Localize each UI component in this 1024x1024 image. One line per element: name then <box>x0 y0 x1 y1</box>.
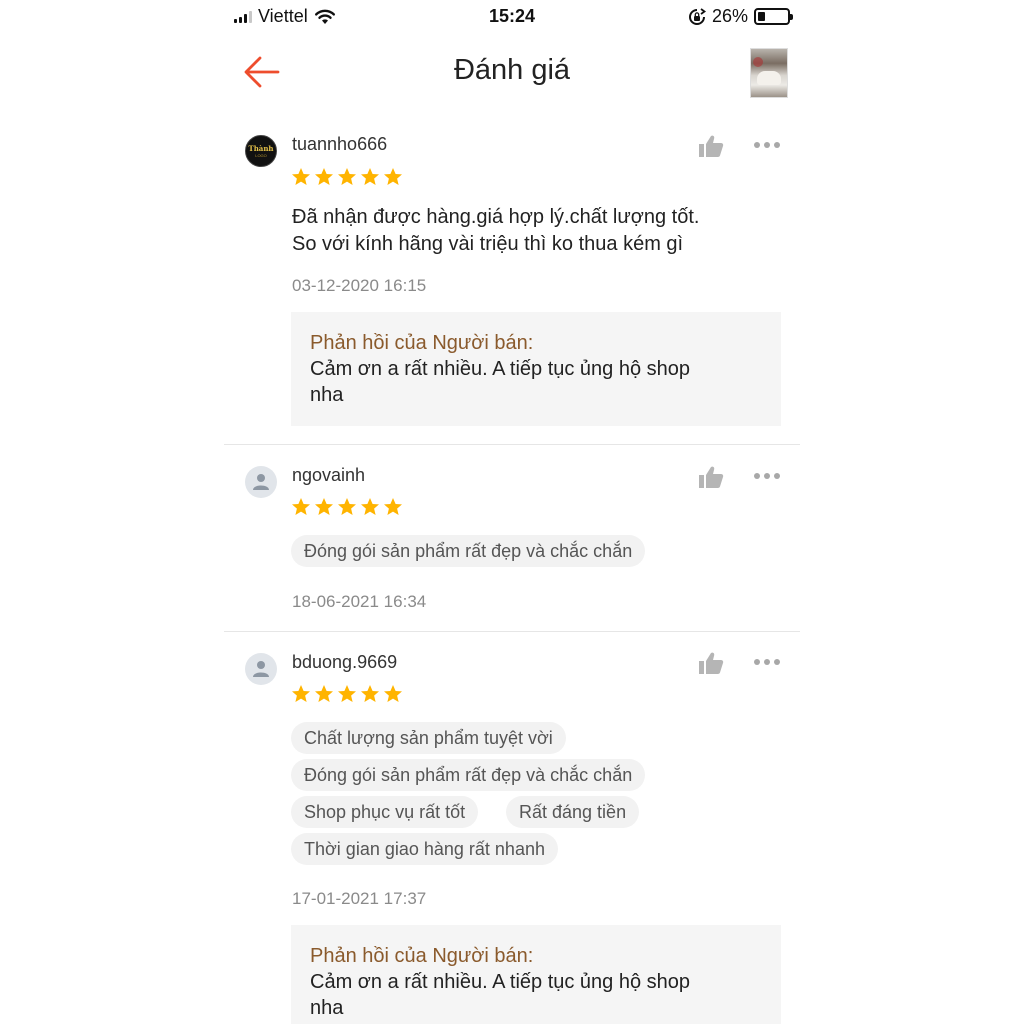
review-username[interactable]: tuannho666 <box>292 134 387 155</box>
more-options-icon[interactable] <box>754 140 784 150</box>
product-thumbnail[interactable] <box>750 48 788 98</box>
star-icon <box>361 685 379 702</box>
star-icon <box>292 685 310 702</box>
reviews-screen: Viettel 15:24 26% Đánh giá Thành LOGO tu… <box>224 0 800 1024</box>
reply-line: nha <box>310 997 344 1019</box>
seller-reply: Phản hồi của Người bán: Cảm ơn a rất nhi… <box>291 312 781 426</box>
star-icon <box>361 168 379 185</box>
star-icon <box>315 498 333 515</box>
star-icon <box>384 168 402 185</box>
review-tags: Đóng gói sản phẩm rất đẹp và chắc chắn <box>291 535 791 575</box>
review-username[interactable]: bduong.9669 <box>292 652 397 673</box>
rating-stars <box>291 684 403 704</box>
user-icon <box>253 661 269 677</box>
seller-reply: Phản hồi của Người bán: Cảm ơn a rất nhi… <box>291 925 781 1024</box>
battery-icon <box>754 8 793 25</box>
star-icon <box>315 168 333 185</box>
star-icon <box>292 168 310 185</box>
nav-bar: Đánh giá <box>224 32 800 116</box>
battery-percent: 26% <box>711 6 748 26</box>
review-date: 17-01-2021 17:37 <box>292 889 427 908</box>
star-icon <box>292 498 310 515</box>
reply-line: Cảm ơn a rất nhiều. A tiếp tục ủng hộ sh… <box>310 358 691 380</box>
status-bar: Viettel 15:24 26% <box>224 0 800 32</box>
rating-stars <box>291 497 403 517</box>
review-tag: Thời gian giao hàng rất nhanh <box>291 833 558 865</box>
divider <box>224 631 800 632</box>
more-options-icon[interactable] <box>754 471 784 481</box>
rating-stars <box>291 167 403 187</box>
avatar[interactable] <box>245 466 277 498</box>
star-icon <box>338 685 356 702</box>
review-date: 18-06-2021 16:34 <box>292 592 427 611</box>
thumbs-up-icon[interactable] <box>698 134 724 158</box>
star-icon <box>338 498 356 515</box>
more-options-icon[interactable] <box>754 657 784 667</box>
reply-title: Phản hồi của Người bán: <box>310 332 534 354</box>
orientation-lock-icon <box>688 7 706 25</box>
battery-fill <box>758 12 766 21</box>
comment-line: Đã nhận được hàng.giá hợp lý.chất lượng … <box>292 206 700 228</box>
thumbs-up-icon[interactable] <box>698 651 724 675</box>
star-icon <box>384 685 402 702</box>
review-tag: Đóng gói sản phẩm rất đẹp và chắc chắn <box>291 535 646 567</box>
page-title: Đánh giá <box>453 54 571 86</box>
review-tag: Đóng gói sản phẩm rất đẹp và chắc chắn <box>291 759 646 791</box>
reply-line: Cảm ơn a rất nhiều. A tiếp tục ủng hộ sh… <box>310 971 691 993</box>
star-icon <box>338 168 356 185</box>
review-comment: Đã nhận được hàng.giá hợp lý.chất lượng … <box>292 204 792 258</box>
divider <box>224 444 800 445</box>
review-username[interactable]: ngovainh <box>292 465 365 486</box>
comment-line: So với kính hãng vài triệu thì ko thua k… <box>292 233 684 255</box>
review-tag: Chất lượng sản phẩm tuyệt vời <box>291 722 566 754</box>
review-tag: Rất đáng tiền <box>506 796 640 828</box>
reply-title: Phản hồi của Người bán: <box>310 945 534 967</box>
avatar[interactable]: Thành LOGO <box>245 135 277 167</box>
thumbs-up-icon[interactable] <box>698 465 724 489</box>
review-tags: Chất lượng sản phẩm tuyệt vời Đóng gói s… <box>291 722 791 872</box>
star-icon <box>315 685 333 702</box>
reply-line: nha <box>310 384 344 406</box>
review-tag: Shop phục vụ rất tốt <box>291 796 479 828</box>
star-icon <box>384 498 402 515</box>
review-date: 03-12-2020 16:15 <box>292 276 427 295</box>
avatar[interactable] <box>245 653 277 685</box>
user-icon <box>253 474 269 490</box>
star-icon <box>361 498 379 515</box>
status-right: 26% <box>688 6 793 27</box>
